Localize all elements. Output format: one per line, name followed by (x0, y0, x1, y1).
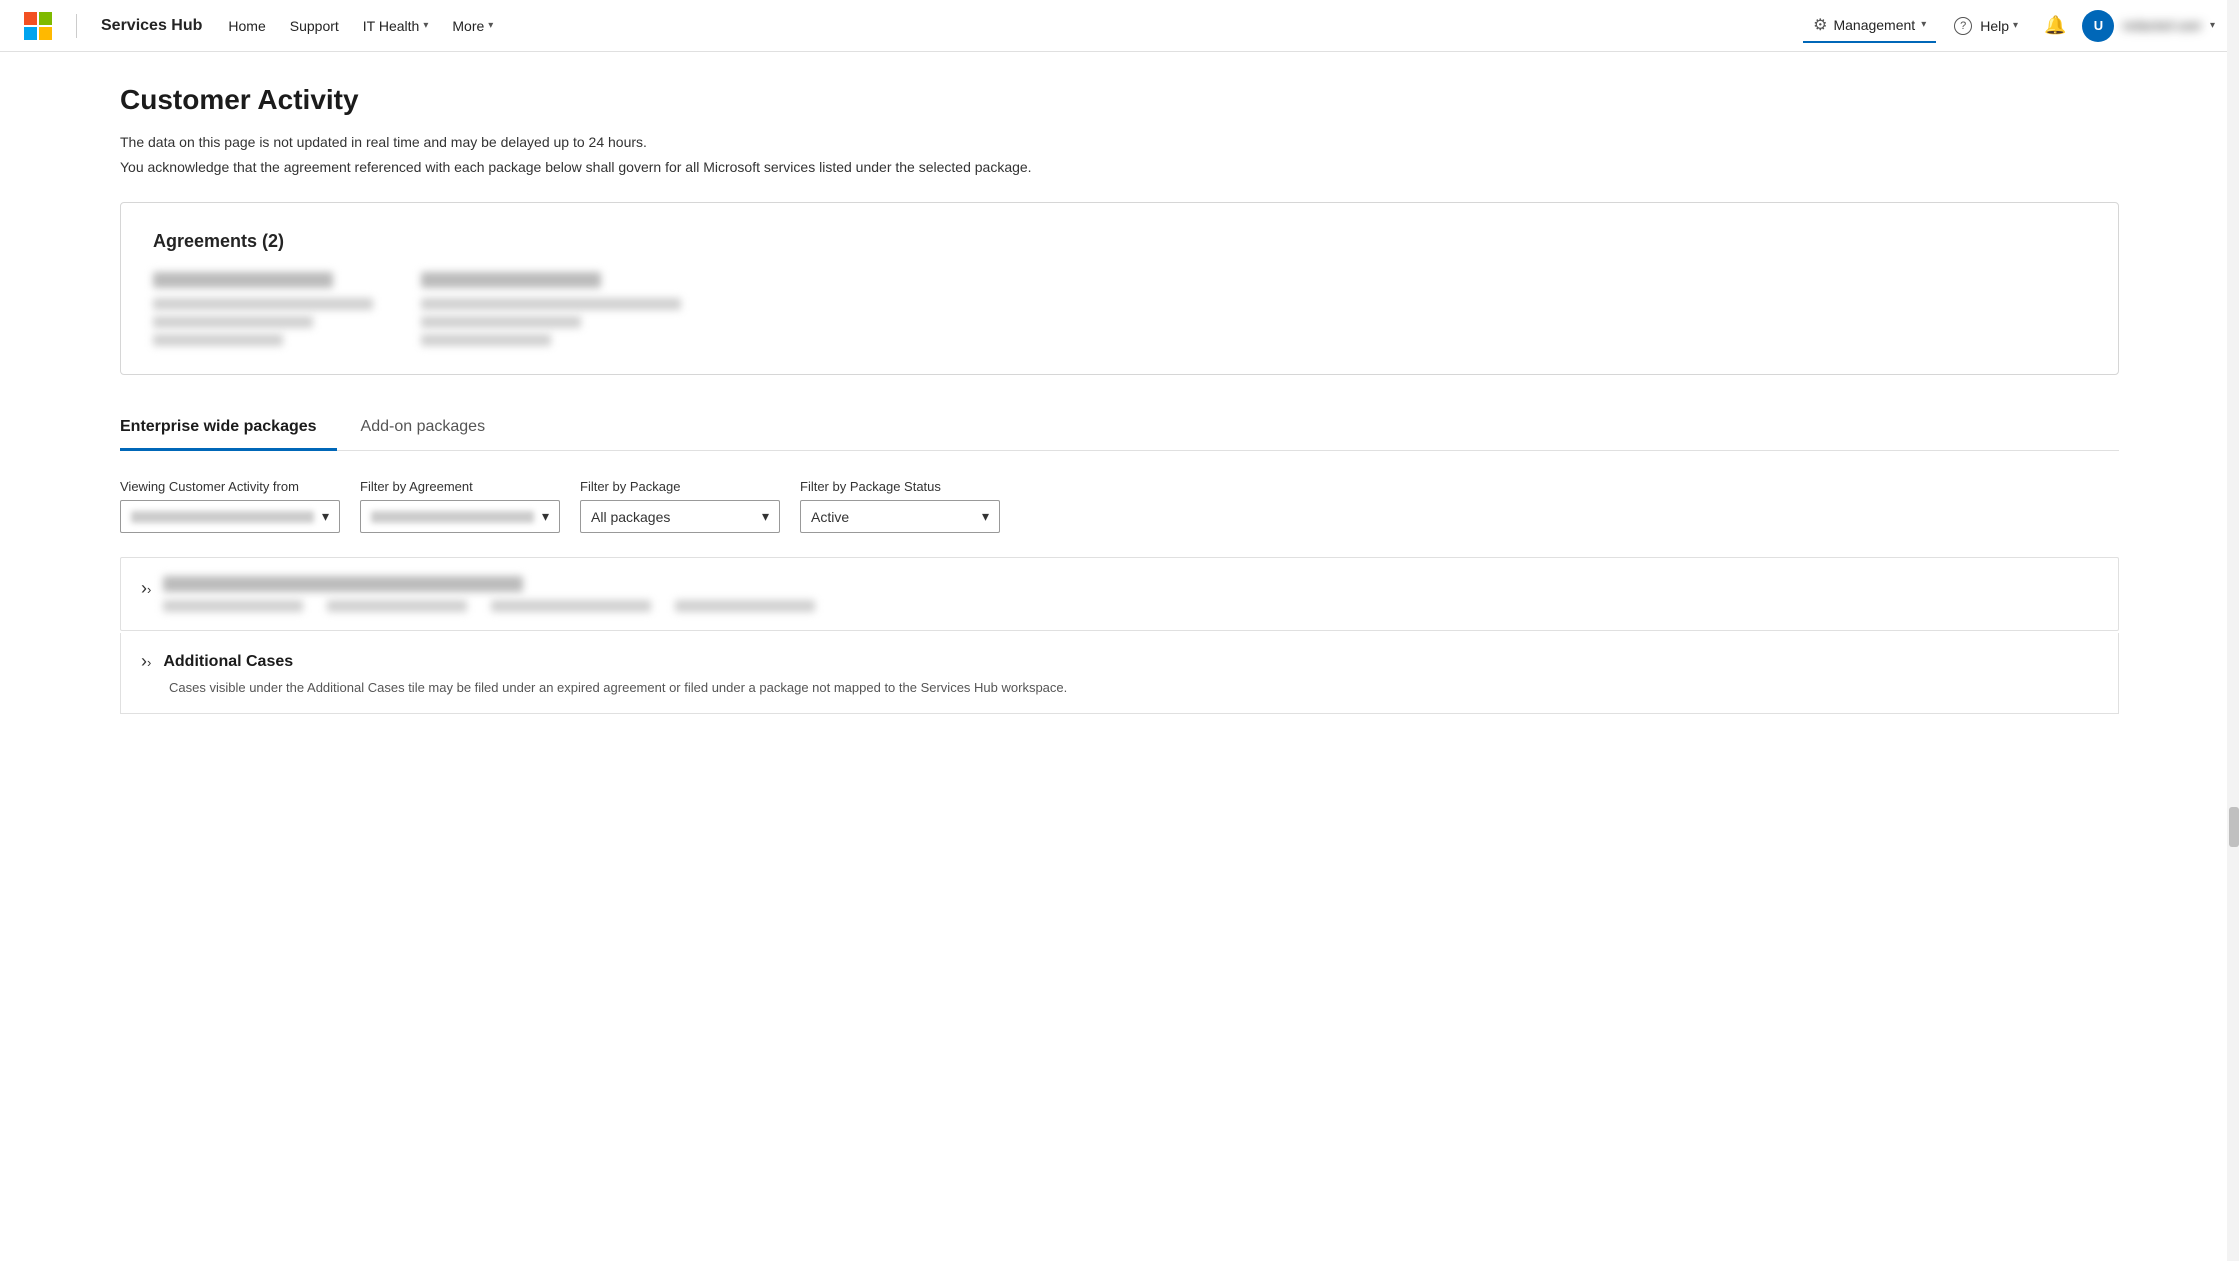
agreements-section: Agreements (2) (120, 202, 2119, 375)
filter-agreement: Filter by Agreement (360, 479, 560, 533)
bell-icon: 🔔 (2044, 15, 2066, 35)
agreement-card-2 (421, 272, 681, 346)
package-content (163, 576, 2098, 612)
agreements-grid (153, 272, 2086, 346)
user-name: redacted user (2122, 18, 2202, 33)
agreements-title: Agreements (2) (153, 231, 2086, 252)
filter-status-label: Filter by Package Status (800, 479, 1000, 494)
agreement-1-title (153, 272, 333, 288)
filter-viewing-chevron-icon (322, 508, 329, 525)
package-meta-3 (491, 600, 651, 612)
agreement-2-line1 (421, 298, 681, 310)
filter-package-status: Filter by Package Status Active (800, 479, 1000, 533)
management-chevron-icon (1921, 19, 1926, 30)
filter-status-select[interactable]: Active (800, 500, 1000, 533)
filter-viewing-select[interactable] (120, 500, 340, 533)
page-title: Customer Activity (120, 84, 2119, 116)
package-meta-1 (163, 600, 303, 612)
filter-viewing-value (131, 511, 314, 523)
package-expand-icon: › (141, 578, 151, 599)
package-meta-4 (675, 600, 815, 612)
main-content: Customer Activity The data on this page … (0, 52, 2239, 762)
help-chevron-icon (2013, 20, 2018, 31)
user-caret-icon (2210, 20, 2215, 31)
notifications-button[interactable]: 🔔 (2036, 9, 2074, 42)
tab-add-on[interactable]: Add-on packages (361, 408, 506, 451)
navigation: Services Hub Home Support IT Health More… (0, 0, 2239, 52)
package-meta-2 (327, 600, 467, 612)
filter-package-chevron-icon (762, 508, 769, 525)
management-menu[interactable]: Management (1803, 9, 1936, 43)
nav-links: Home Support IT Health More (218, 12, 1803, 40)
page-desc-2: You acknowledge that the agreement refer… (120, 157, 2119, 178)
filter-package: Filter by Package All packages (580, 479, 780, 533)
filter-agreement-label: Filter by Agreement (360, 479, 560, 494)
package-meta-row (163, 600, 2098, 612)
gear-icon (1813, 15, 1827, 35)
filter-package-select[interactable]: All packages (580, 500, 780, 533)
agreement-1-line3 (153, 334, 283, 346)
nav-home[interactable]: Home (218, 12, 275, 40)
it-health-chevron-icon (423, 20, 428, 31)
agreement-2-line3 (421, 334, 551, 346)
agreement-card-1 (153, 272, 373, 346)
filter-viewing-label: Viewing Customer Activity from (120, 479, 340, 494)
additional-cases-row[interactable]: › Additional Cases (141, 651, 2098, 672)
additional-cases-section: › Additional Cases Cases visible under t… (120, 633, 2119, 714)
filters-row: Viewing Customer Activity from Filter by… (120, 479, 2119, 533)
additional-cases-expand-icon: › (141, 651, 151, 672)
help-circle-icon: ? (1954, 17, 1972, 35)
agreement-2-line2 (421, 316, 581, 328)
avatar: U (2082, 10, 2114, 42)
package-title (163, 576, 523, 592)
agreement-2-title (421, 272, 601, 288)
nav-more[interactable]: More (442, 12, 503, 40)
additional-cases-desc: Cases visible under the Additional Cases… (169, 680, 2098, 695)
filter-agreement-select[interactable] (360, 500, 560, 533)
logo-area: Services Hub (24, 12, 202, 40)
user-profile[interactable]: U redacted user (2082, 10, 2215, 42)
tabs-bar: Enterprise wide packages Add-on packages (120, 407, 2119, 451)
agreement-1-line2 (153, 316, 313, 328)
nav-divider (76, 14, 77, 38)
more-chevron-icon (488, 20, 493, 31)
nav-it-health[interactable]: IT Health (353, 12, 439, 40)
nav-right: Management ? Help 🔔 U redacted user (1803, 9, 2215, 43)
scrollbar-thumb[interactable] (2229, 807, 2239, 847)
help-menu[interactable]: ? Help (1944, 11, 2028, 41)
filter-package-label: Filter by Package (580, 479, 780, 494)
package-row[interactable]: › (121, 558, 2118, 630)
additional-cases-title: Additional Cases (163, 653, 293, 671)
filter-status-chevron-icon (982, 508, 989, 525)
tab-enterprise-wide[interactable]: Enterprise wide packages (120, 408, 337, 451)
page-desc-1: The data on this page is not updated in … (120, 132, 2119, 153)
nav-brand: Services Hub (101, 17, 202, 35)
scrollbar-track (2227, 0, 2239, 1261)
agreement-1-line1 (153, 298, 373, 310)
package-section: › (120, 557, 2119, 631)
filter-agreement-value (371, 511, 534, 523)
filter-agreement-chevron-icon (542, 508, 549, 525)
nav-support[interactable]: Support (280, 12, 349, 40)
microsoft-logo (24, 12, 52, 40)
filter-viewing: Viewing Customer Activity from (120, 479, 340, 533)
